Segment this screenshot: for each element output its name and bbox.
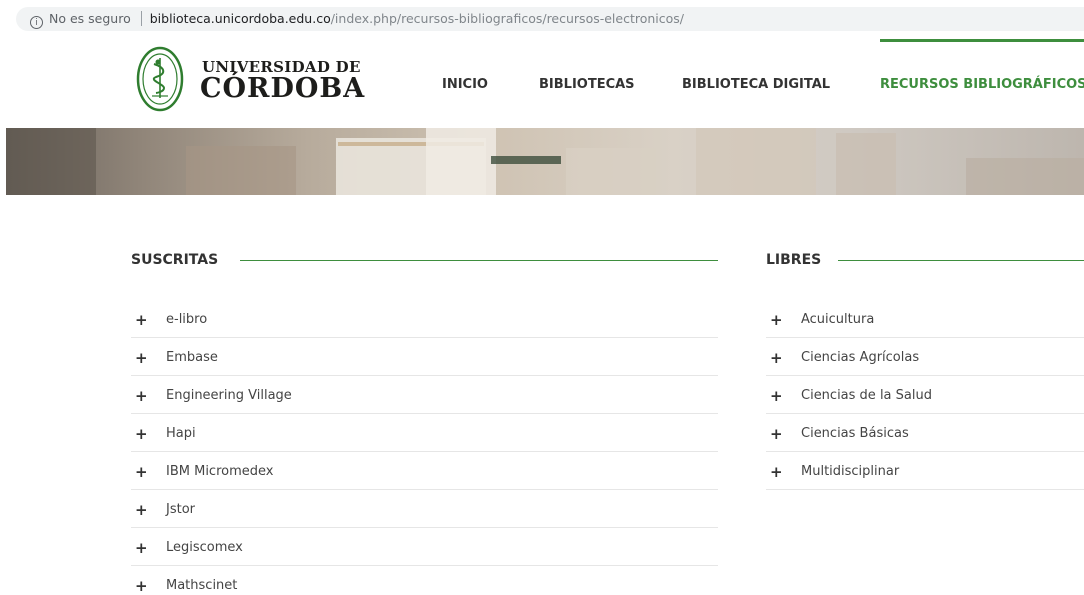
section-title-suscritas: SUSCRITAS (131, 252, 219, 268)
list-item-label[interactable]: Embase (166, 350, 218, 365)
expand-icon: + (770, 349, 783, 367)
logo-text-line2[interactable]: CÓRDOBA (200, 73, 365, 104)
list-item-label[interactable]: Multidisciplinar (801, 464, 899, 479)
nav-item-biblioteca-digital[interactable]: BIBLIOTECA DIGITAL (682, 77, 830, 92)
list-item-label[interactable]: Acuicultura (801, 312, 874, 327)
list-item-multidisciplinar[interactable]: + Multidisciplinar (766, 452, 1084, 490)
list-item-jstor[interactable]: + Jstor (131, 490, 718, 528)
list-item-label[interactable]: Engineering Village (166, 388, 292, 403)
expand-icon: + (135, 349, 148, 367)
list-item-label[interactable]: Mathscinet (166, 578, 237, 593)
list-item-label[interactable]: Ciencias Agrícolas (801, 350, 919, 365)
nav-item-recursos-bibliograficos[interactable]: RECURSOS BIBLIOGRÁFICOS (880, 77, 1084, 92)
list-item-label[interactable]: Ciencias Básicas (801, 426, 909, 441)
list-item-label[interactable]: Hapi (166, 426, 196, 441)
list-item-ciencias-agricolas[interactable]: + Ciencias Agrícolas (766, 338, 1084, 376)
list-item-ciencias-basicas[interactable]: + Ciencias Básicas (766, 414, 1084, 452)
divider (140, 11, 142, 26)
section-divider-suscritas (240, 260, 718, 261)
nav-item-bibliotecas[interactable]: BIBLIOTECAS (539, 77, 635, 92)
list-item-label[interactable]: Ciencias de la Salud (801, 388, 932, 403)
list-item-label[interactable]: Jstor (166, 502, 195, 517)
list-item-mathscinet[interactable]: + Mathscinet (131, 566, 718, 595)
university-seal-icon[interactable] (136, 46, 184, 112)
info-icon[interactable]: i (30, 16, 43, 29)
expand-icon: + (135, 387, 148, 405)
list-item-engineering-village[interactable]: + Engineering Village (131, 376, 718, 414)
section-title-libres: LIBRES (766, 252, 822, 268)
list-item-acuicultura[interactable]: + Acuicultura (766, 300, 1084, 338)
expand-icon: + (135, 539, 148, 557)
expand-icon: + (135, 311, 148, 329)
url-path[interactable]: /index.php/recursos-bibliograficos/recur… (331, 11, 684, 26)
list-item-e-libro[interactable]: + e-libro (131, 300, 718, 338)
expand-icon: + (135, 425, 148, 443)
expand-icon: + (770, 387, 783, 405)
expand-icon: + (770, 463, 783, 481)
list-item-label[interactable]: Legiscomex (166, 540, 243, 555)
expand-icon: + (135, 463, 148, 481)
list-item-ciencias-de-la-salud[interactable]: + Ciencias de la Salud (766, 376, 1084, 414)
nav-active-indicator (880, 39, 1084, 42)
url-field[interactable]: i No es seguro biblioteca.unicordoba.edu.c… (16, 7, 1084, 31)
expand-icon: + (770, 311, 783, 329)
list-item-ibm-micromedex[interactable]: + IBM Micromedex (131, 452, 718, 490)
browser-address-bar: i No es seguro biblioteca.unicordoba.edu.c… (0, 0, 1084, 36)
list-item-legiscomex[interactable]: + Legiscomex (131, 528, 718, 566)
section-divider-libres (838, 260, 1084, 261)
list-item-label[interactable]: IBM Micromedex (166, 464, 273, 479)
list-item-hapi[interactable]: + Hapi (131, 414, 718, 452)
banner-image (6, 128, 1084, 195)
list-item-embase[interactable]: + Embase (131, 338, 718, 376)
nav-item-inicio[interactable]: INICIO (442, 77, 488, 92)
security-label[interactable]: No es seguro (49, 11, 131, 26)
expand-icon: + (135, 501, 148, 519)
expand-icon: + (770, 425, 783, 443)
url-host[interactable]: biblioteca.unicordoba.edu.co (150, 11, 331, 26)
expand-icon: + (135, 577, 148, 595)
list-item-label[interactable]: e-libro (166, 312, 207, 327)
banner-books-illustration (6, 128, 1084, 195)
